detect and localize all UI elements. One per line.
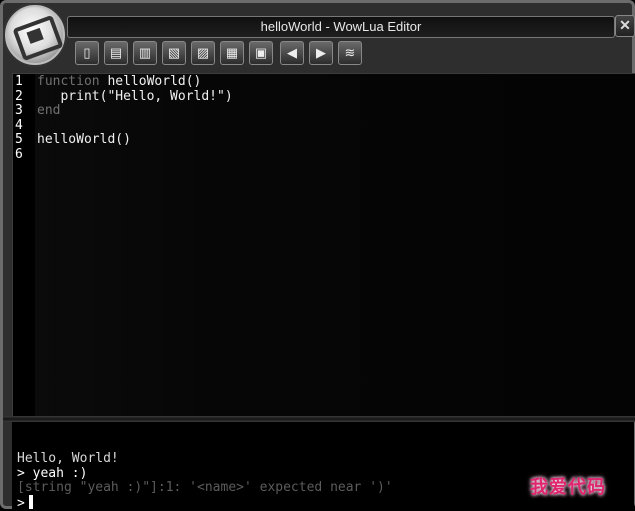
previous-button[interactable]: ◀ bbox=[280, 41, 304, 65]
run-icon: ≋ bbox=[344, 45, 356, 60]
line-number: 5 bbox=[15, 132, 23, 147]
code-line: end bbox=[37, 103, 61, 119]
code-text: print("Hello, World!") bbox=[37, 88, 233, 104]
wowlua-window: helloWorld - WowLua Editor ✕ ▯ ▤ ▥ ▧ ▨ ▦ ▣ ◀ ▶ ≋ … bbox=[0, 0, 635, 511]
line-number: 1 bbox=[15, 74, 23, 89]
toolbar: ▯ ▤ ▥ ▧ ▨ ▦ ▣ ◀ ▶ ≋ bbox=[75, 41, 362, 67]
line-number: 3 bbox=[15, 103, 23, 118]
code-text: helloWorld() bbox=[99, 74, 202, 89]
redo-icon: ▨ bbox=[196, 45, 210, 60]
code-keyword: function bbox=[37, 74, 100, 89]
code-text-area[interactable]: function helloWorld() print("Hello, Worl… bbox=[35, 74, 635, 417]
wowlua-logo[interactable] bbox=[5, 5, 65, 65]
next-button[interactable]: ▶ bbox=[309, 41, 333, 65]
new-page-button[interactable]: ▯ bbox=[75, 41, 99, 65]
console-input[interactable]: > bbox=[17, 494, 33, 511]
line-number: 2 bbox=[15, 88, 23, 104]
code-text: helloWorld() bbox=[37, 132, 131, 147]
open-icon: ▤ bbox=[109, 45, 123, 60]
code-editor[interactable]: 123456 function helloWorld() print("Hell… bbox=[12, 73, 635, 418]
text-cursor bbox=[28, 494, 33, 509]
run-button[interactable]: ≋ bbox=[338, 41, 362, 65]
new-page-icon: ▯ bbox=[83, 45, 91, 60]
console-line: [string "yeah :)"]:1: '<name>' expected … bbox=[17, 480, 393, 495]
console-prompt: > bbox=[17, 495, 25, 511]
line-number-gutter: 123456 bbox=[13, 74, 35, 417]
redo-button[interactable]: ▨ bbox=[191, 41, 215, 65]
lock-icon: ▣ bbox=[254, 45, 268, 60]
save-button[interactable]: ▥ bbox=[133, 41, 157, 65]
close-button[interactable]: ✕ bbox=[615, 15, 635, 37]
code-line: print("Hello, World!") bbox=[37, 88, 233, 105]
delete-icon: ▦ bbox=[225, 45, 239, 60]
save-icon: ▥ bbox=[138, 45, 152, 60]
line-number: 4 bbox=[15, 117, 23, 133]
console-line: > yeah :) bbox=[17, 465, 88, 481]
undo-button[interactable]: ▧ bbox=[162, 41, 186, 65]
code-line: helloWorld() bbox=[37, 132, 131, 148]
window-title[interactable]: helloWorld - WowLua Editor bbox=[67, 16, 615, 38]
lock-button[interactable]: ▣ bbox=[249, 41, 273, 65]
watermark: 我爱代码 bbox=[530, 477, 606, 498]
console-line: Hello, World! bbox=[17, 451, 119, 466]
delete-button[interactable]: ▦ bbox=[220, 41, 244, 65]
open-button[interactable]: ▤ bbox=[104, 41, 128, 65]
code-keyword: end bbox=[37, 103, 61, 118]
code-line: function helloWorld() bbox=[37, 74, 202, 90]
next-icon: ▶ bbox=[316, 45, 326, 60]
previous-icon: ◀ bbox=[287, 45, 297, 60]
line-number: 6 bbox=[15, 146, 23, 162]
undo-icon: ▧ bbox=[167, 45, 181, 60]
logo-book-icon bbox=[12, 14, 64, 62]
